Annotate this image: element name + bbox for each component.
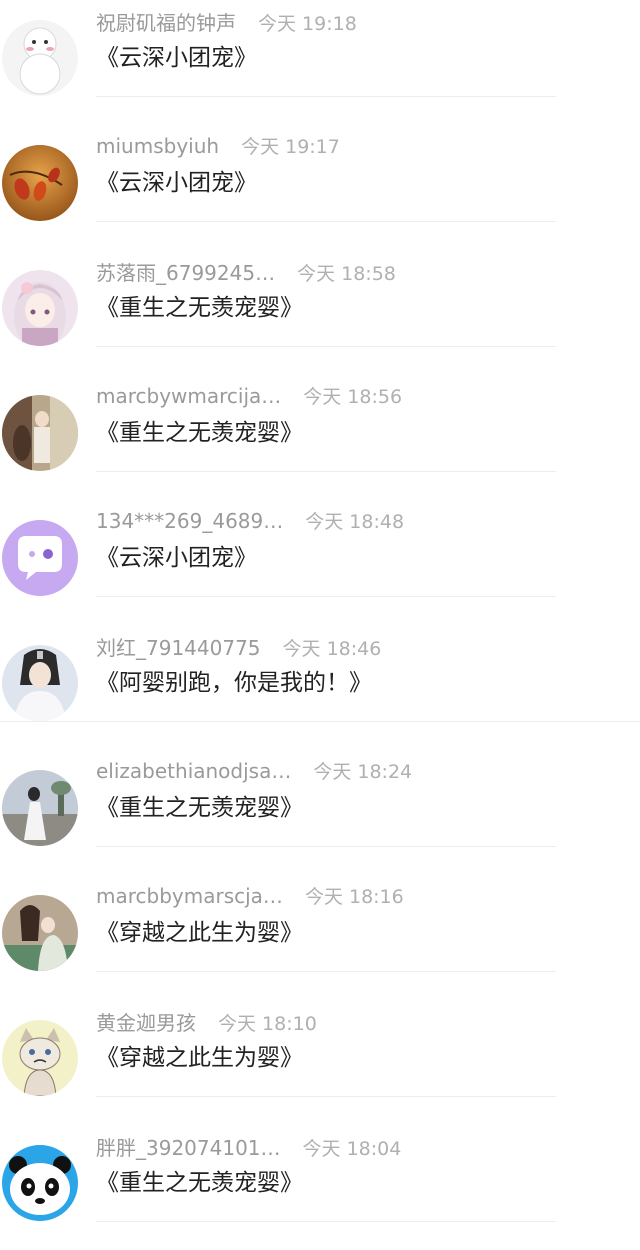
divider [96,471,556,472]
comment-item[interactable]: 胖胖_392074101… 今天 18:04 《重生之无羡宠婴》 [0,1125,640,1250]
autumn-leaves-avatar[interactable] [2,145,78,221]
comment-time: 今天 18:24 [313,761,413,783]
comment-text: 《重生之无羡宠婴》 [96,795,303,821]
comment-username[interactable]: marcbywmarcija… [96,384,281,408]
comment-item[interactable]: elizabethianodjsa… 今天 18:24 《重生之无羡宠婴》 [0,750,640,875]
comment-time: 今天 19:18 [258,13,357,35]
comment-username[interactable]: 苏落雨_6799245… [96,257,275,286]
comment-item[interactable]: 134***269_4689… 今天 18:48 《云深小团宠》 [0,500,640,625]
couple-illustration-icon [2,895,78,971]
photo-girl-icon [2,770,78,846]
costume-man-avatar[interactable] [2,645,78,721]
comment-text: 《云深小团宠》 [96,545,257,571]
comment-time: 今天 19:17 [241,136,340,158]
grumpy-cat-avatar[interactable] [2,1020,78,1096]
snowman-avatar[interactable] [2,20,78,96]
comment-username[interactable]: 刘红_791440775 [96,632,261,661]
comment-username[interactable]: 134***269_4689… [96,509,283,533]
divider [96,96,556,97]
comment-item[interactable]: 苏落雨_6799245… 今天 18:58 《重生之无羡宠婴》 [0,250,640,375]
divider [96,971,556,972]
comment-username[interactable]: 黄金迦男孩 [96,1007,196,1036]
comment-username[interactable]: marcbbymarscja… [96,884,283,908]
divider [96,221,556,222]
comment-time: 今天 18:56 [303,386,403,408]
comment-item[interactable]: 黄金迦男孩 今天 18:10 《穿越之此生为婴》 [0,1000,640,1125]
panda-icon [2,1145,78,1221]
divider [96,1096,556,1097]
divider [96,346,556,347]
snowman-icon [2,20,78,96]
anime-girl-icon [2,270,78,346]
couple-illustration-avatar[interactable] [2,895,78,971]
illustration-avatar[interactable] [2,395,78,471]
comment-username[interactable]: 胖胖_392074101… [96,1132,281,1161]
comment-text: 《穿越之此生为婴》 [96,1045,303,1071]
comment-username[interactable]: elizabethianodjsa… [96,759,291,783]
illustration-icon [2,395,78,471]
comment-item[interactable]: miumsbyiuh 今天 19:17 《云深小团宠》 [0,125,640,250]
comment-text: 《云深小团宠》 [96,45,257,71]
comment-item[interactable]: 刘红_791440775 今天 18:46 《阿婴别跑，你是我的！》 [0,625,640,750]
divider [96,1221,556,1222]
comment-time: 今天 18:04 [302,1138,402,1160]
comment-text: 《重生之无羡宠婴》 [96,295,303,321]
comment-text: 《重生之无羡宠婴》 [96,420,303,446]
panda-avatar[interactable] [2,1145,78,1221]
comment-time: 今天 18:16 [304,886,404,908]
divider [96,846,556,847]
comment-text: 《云深小团宠》 [96,170,257,196]
comment-item[interactable]: marcbywmarcija… 今天 18:56 《重生之无羡宠婴》 [0,375,640,500]
comment-text: 《穿越之此生为婴》 [96,920,303,946]
divider [0,721,640,722]
chat-bubble-avatar[interactable] [2,520,78,596]
comment-time: 今天 18:10 [218,1013,317,1035]
comment-item[interactable]: 祝尉矶福的钟声 今天 19:18 《云深小团宠》 [0,0,640,125]
photo-girl-avatar[interactable] [2,770,78,846]
comment-time: 今天 18:48 [305,511,405,533]
comment-time: 今天 18:58 [297,263,396,285]
comment-item[interactable]: marcbbymarscja… 今天 18:16 《穿越之此生为婴》 [0,875,640,1000]
comment-text: 《重生之无羡宠婴》 [96,1170,303,1196]
costume-man-icon [2,645,78,721]
comment-username[interactable]: miumsbyiuh [96,134,219,158]
comment-time: 今天 18:46 [282,638,382,660]
anime-girl-avatar[interactable] [2,270,78,346]
chat-bubble-icon [2,520,78,596]
divider [96,596,556,597]
autumn-leaves-icon [2,145,78,221]
grumpy-cat-icon [2,1020,78,1096]
comment-text: 《阿婴别跑，你是我的！》 [96,670,372,696]
comment-username[interactable]: 祝尉矶福的钟声 [96,7,236,36]
